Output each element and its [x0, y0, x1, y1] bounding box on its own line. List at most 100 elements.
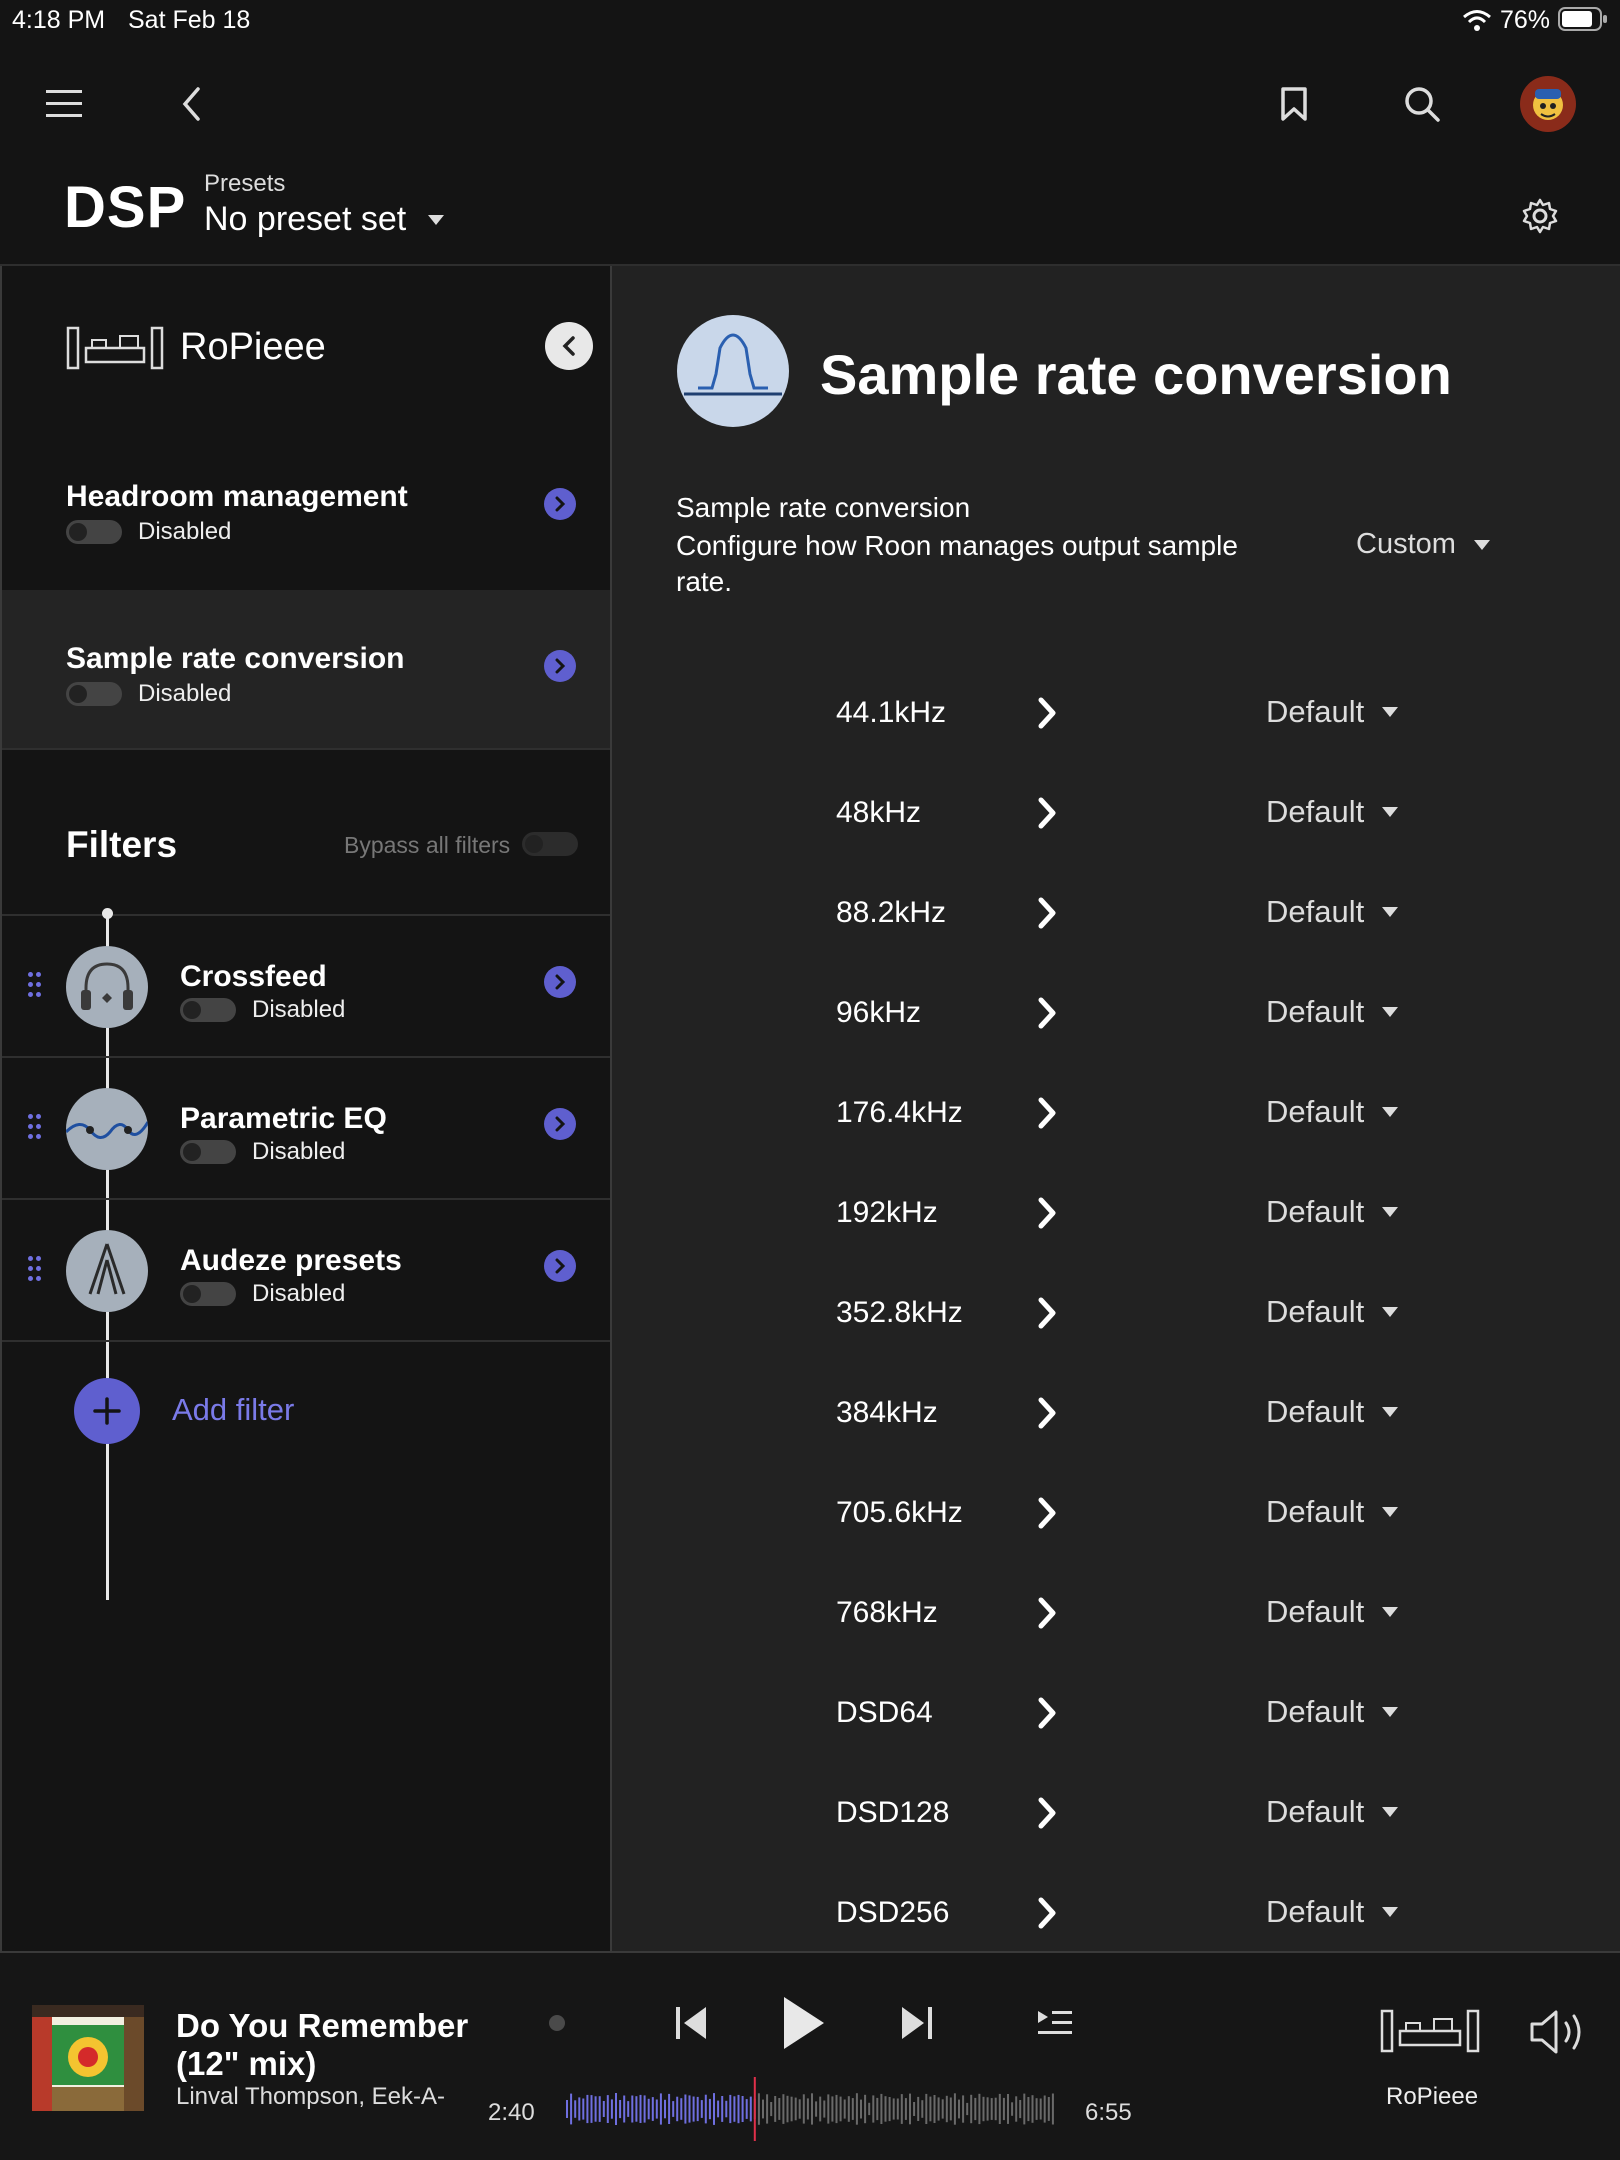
bypass-toggle[interactable]	[522, 832, 578, 856]
filter-open-button[interactable]	[544, 1250, 576, 1282]
sample-rate-conversion-item[interactable]: Sample rate conversion Disabled	[2, 590, 610, 748]
track-title[interactable]: Do You Remember (12" mix)	[176, 2007, 476, 2083]
play-button[interactable]	[778, 1993, 828, 2053]
rate-row[interactable]: 192kHz Default	[612, 1166, 1620, 1266]
rate-value-dropdown[interactable]: Default	[1266, 1294, 1399, 1330]
presets-dropdown[interactable]: No preset set	[204, 200, 445, 239]
filter-item-crossfeed[interactable]: Crossfeed Disabled	[2, 916, 610, 1056]
filter-toggle[interactable]	[180, 1282, 236, 1306]
drag-handle-icon[interactable]	[28, 1114, 42, 1142]
rate-value-dropdown[interactable]: Default	[1266, 694, 1399, 730]
waveform-bar	[892, 2098, 895, 2120]
rate-value-dropdown[interactable]: Default	[1266, 994, 1399, 1030]
rate-value-dropdown[interactable]: Default	[1266, 894, 1399, 930]
menu-icon	[46, 90, 82, 117]
next-button[interactable]	[896, 2001, 936, 2045]
rate-value-dropdown[interactable]: Default	[1266, 1394, 1399, 1430]
filter-item-parametric-eq[interactable]: Parametric EQ Disabled	[2, 1058, 610, 1198]
rate-value-dropdown[interactable]: Default	[1266, 794, 1399, 830]
rate-value-dropdown[interactable]: Default	[1266, 1594, 1399, 1630]
rate-value: Default	[1266, 1794, 1365, 1829]
src-open-button[interactable]	[544, 650, 576, 682]
rate-value-dropdown[interactable]: Default	[1266, 1794, 1399, 1830]
zone-button[interactable]	[1380, 2007, 1480, 2057]
chevron-down-icon	[1382, 1107, 1399, 1117]
waveform-bar	[815, 2101, 818, 2117]
rate-label: 192kHz	[836, 1196, 938, 1229]
rate-row[interactable]: 176.4kHz Default	[612, 1066, 1620, 1166]
bookmark-button[interactable]	[1258, 68, 1330, 140]
chevron-right-icon[interactable]	[1032, 896, 1062, 930]
add-filter-link[interactable]: Add filter	[172, 1392, 294, 1428]
chevron-down-icon	[1382, 807, 1399, 817]
rate-value-dropdown[interactable]: Default	[1266, 1194, 1399, 1230]
rate-row[interactable]: 44.1kHz Default	[612, 666, 1620, 766]
rate-value-dropdown[interactable]: Default	[1266, 1494, 1399, 1530]
add-filter-button[interactable]	[74, 1378, 140, 1444]
playhead-marker[interactable]	[753, 2077, 756, 2141]
chevron-down-icon	[1382, 1007, 1399, 1017]
chevron-right-icon[interactable]	[1032, 1296, 1062, 1330]
headroom-toggle[interactable]	[66, 520, 122, 544]
headroom-management-item[interactable]: Headroom management Disabled	[2, 426, 610, 588]
now-playing-bar: Do You Remember (12" mix) Linval Thompso…	[0, 1953, 1620, 2160]
rate-row[interactable]: DSD128 Default	[612, 1766, 1620, 1866]
collapse-sidebar-button[interactable]	[545, 322, 593, 370]
chevron-right-icon[interactable]	[1032, 1196, 1062, 1230]
zone-device-icon	[1380, 2009, 1480, 2053]
rate-row[interactable]: 96kHz Default	[612, 966, 1620, 1066]
waveform-bar	[745, 2099, 748, 2119]
sample-rate-icon	[677, 315, 789, 427]
album-art[interactable]	[32, 2005, 144, 2111]
waveform-bar	[586, 2094, 589, 2124]
chevron-right-icon[interactable]	[1032, 1596, 1062, 1630]
filter-open-button[interactable]	[544, 966, 576, 998]
drag-handle-icon[interactable]	[28, 972, 42, 1000]
settings-button[interactable]	[1504, 180, 1576, 252]
waveform-bar	[749, 2096, 752, 2122]
chevron-right-icon	[555, 496, 566, 512]
rate-label: 384kHz	[836, 1396, 938, 1429]
volume-icon	[1530, 2010, 1581, 2054]
rate-value-dropdown[interactable]: Default	[1266, 1694, 1399, 1730]
queue-button[interactable]	[1034, 2005, 1074, 2041]
waveform-seek-bar[interactable]	[566, 2077, 1056, 2141]
headroom-open-button[interactable]	[544, 488, 576, 520]
rate-row[interactable]: 705.6kHz Default	[612, 1466, 1620, 1566]
presets-label: Presets	[204, 170, 286, 197]
chevron-right-icon[interactable]	[1032, 996, 1062, 1030]
rate-value-dropdown[interactable]: Default	[1266, 1894, 1399, 1930]
filter-item-audeze-presets[interactable]: Audeze presets Disabled	[2, 1200, 610, 1340]
rate-row[interactable]: 384kHz Default	[612, 1366, 1620, 1466]
rate-row[interactable]: 352.8kHz Default	[612, 1266, 1620, 1366]
chevron-right-icon[interactable]	[1032, 696, 1062, 730]
profile-avatar-button[interactable]	[1512, 68, 1584, 140]
chevron-right-icon[interactable]	[1032, 1096, 1062, 1130]
chevron-right-icon[interactable]	[1032, 1796, 1062, 1830]
filter-open-button[interactable]	[544, 1108, 576, 1140]
filter-toggle[interactable]	[180, 1140, 236, 1164]
filter-toggle[interactable]	[180, 998, 236, 1022]
src-toggle[interactable]	[66, 682, 122, 706]
chevron-right-icon[interactable]	[1032, 1696, 1062, 1730]
track-artist[interactable]: Linval Thompson, Eek-A-Mouse	[176, 2083, 446, 2111]
menu-button[interactable]	[28, 68, 100, 140]
rate-value-dropdown[interactable]: Default	[1266, 1094, 1399, 1130]
volume-button[interactable]	[1528, 2007, 1590, 2057]
src-mode-dropdown[interactable]: Custom	[1356, 528, 1490, 561]
drag-handle-icon[interactable]	[28, 1256, 42, 1284]
waveform-bar	[684, 2094, 687, 2124]
rate-row[interactable]: 768kHz Default	[612, 1566, 1620, 1666]
search-button[interactable]	[1386, 68, 1458, 140]
chevron-right-icon[interactable]	[1032, 1496, 1062, 1530]
back-button[interactable]	[156, 68, 228, 140]
chevron-right-icon[interactable]	[1032, 796, 1062, 830]
battery-icon	[1558, 7, 1607, 31]
waveform-bar	[860, 2099, 862, 2119]
rate-row[interactable]: 88.2kHz Default	[612, 866, 1620, 966]
chevron-right-icon[interactable]	[1032, 1396, 1062, 1430]
previous-button[interactable]	[672, 2001, 712, 2045]
rate-row[interactable]: 48kHz Default	[612, 766, 1620, 866]
rate-row[interactable]: DSD64 Default	[612, 1666, 1620, 1766]
chevron-right-icon[interactable]	[1032, 1896, 1062, 1930]
